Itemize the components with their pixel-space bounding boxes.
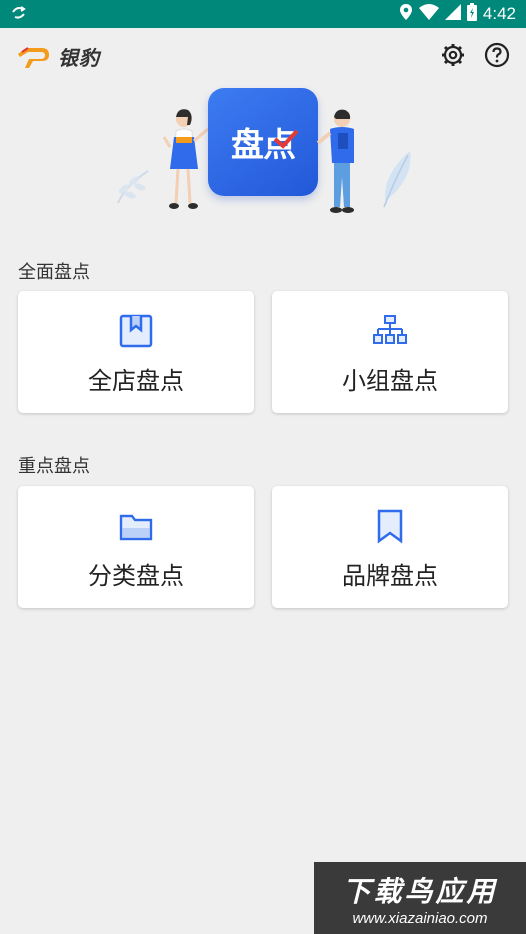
feather-icon bbox=[383, 151, 411, 208]
card-label: 品牌盘点 bbox=[342, 562, 438, 590]
location-icon bbox=[399, 3, 413, 25]
man-figure-icon bbox=[316, 109, 354, 213]
card-group[interactable]: 小组盘点 bbox=[272, 291, 508, 413]
bookmark-icon bbox=[377, 509, 403, 544]
wifi-icon bbox=[418, 4, 439, 24]
watermark: 下载鸟应用 www.xiazainiao.com bbox=[314, 862, 526, 934]
signal-icon bbox=[444, 4, 461, 24]
card-label: 小组盘点 bbox=[342, 367, 438, 395]
status-bar: 4:42 bbox=[0, 0, 526, 28]
app-bar: 银豹 bbox=[0, 28, 526, 86]
hero-card: 盘点 bbox=[208, 88, 318, 196]
leaf-left-icon bbox=[117, 170, 149, 204]
watermark-url: www.xiazainiao.com bbox=[352, 909, 488, 927]
section-label-key: 重点盘点 bbox=[18, 456, 90, 477]
watermark-title: 下载鸟应用 bbox=[342, 874, 498, 908]
leopard-logo-icon bbox=[18, 46, 49, 68]
card-full-store[interactable]: 全店盘点 bbox=[18, 291, 254, 413]
logo-text: 银豹 bbox=[58, 46, 100, 70]
sync-icon bbox=[10, 5, 28, 25]
card-brand[interactable]: 品牌盘点 bbox=[272, 486, 508, 608]
card-label: 全店盘点 bbox=[88, 367, 184, 395]
card-category[interactable]: 分类盘点 bbox=[18, 486, 254, 608]
gear-icon[interactable] bbox=[440, 42, 466, 68]
app-logo: 银豹 bbox=[16, 42, 100, 71]
hero-illustration: 盘点 bbox=[100, 85, 430, 220]
org-chart-icon bbox=[373, 315, 407, 344]
checkmark-icon bbox=[273, 129, 299, 149]
folder-icon bbox=[119, 514, 153, 541]
section-label-full: 全面盘点 bbox=[18, 262, 90, 283]
card-label: 分类盘点 bbox=[88, 562, 184, 590]
status-time: 4:42 bbox=[482, 4, 516, 23]
help-icon[interactable] bbox=[484, 42, 510, 68]
battery-icon bbox=[466, 3, 477, 25]
box-icon bbox=[119, 314, 153, 348]
